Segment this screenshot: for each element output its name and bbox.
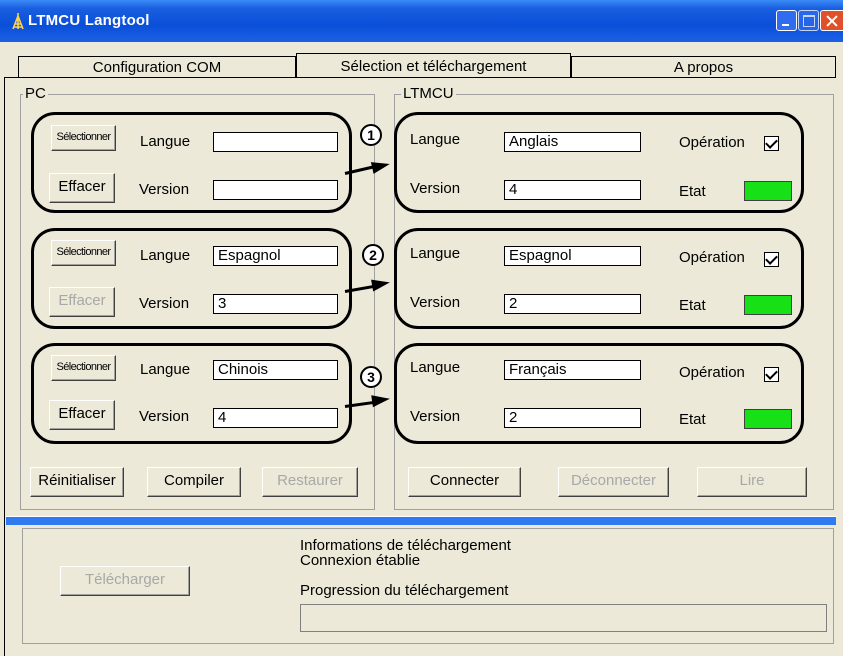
- pc-langue-field-2[interactable]: Espagnol: [213, 246, 338, 266]
- progress-label: Progression du téléchargement: [300, 582, 509, 599]
- app-window: LTMCU Langtool Configuration COM Sélecti…: [0, 0, 843, 656]
- version-label: Version: [410, 180, 461, 197]
- tab-a-propos[interactable]: A propos: [571, 56, 836, 78]
- maximize-icon[interactable]: [798, 10, 819, 31]
- etat-label: Etat: [679, 297, 706, 314]
- etat-indicator-1: [744, 181, 792, 201]
- ltmcu-langue-field-1: Anglais: [504, 132, 641, 152]
- restore-button[interactable]: Restaurer: [262, 467, 358, 497]
- pc-langue-field-3[interactable]: Chinois: [213, 360, 338, 380]
- separator-bar: [6, 516, 836, 525]
- minimize-icon[interactable]: [776, 10, 797, 31]
- clear-button-3[interactable]: Effacer: [49, 400, 115, 430]
- langue-label: Langue: [410, 131, 461, 148]
- close-icon[interactable]: [820, 10, 843, 31]
- etat-label: Etat: [679, 183, 706, 200]
- ltmcu-version-field-3: 2: [504, 408, 641, 428]
- reset-button[interactable]: Réinitialiser: [30, 467, 124, 497]
- version-label: Version: [410, 408, 461, 425]
- connect-button[interactable]: Connecter: [408, 467, 521, 497]
- operation-checkbox-3[interactable]: [764, 367, 779, 382]
- download-button[interactable]: Télécharger: [60, 566, 190, 596]
- pc-version-field-3[interactable]: 4: [213, 408, 338, 428]
- version-label: Version: [139, 181, 190, 198]
- version-label: Version: [410, 294, 461, 311]
- pc-langue-field-1[interactable]: [213, 132, 338, 152]
- langue-label: Langue: [410, 245, 461, 262]
- ltmcu-version-field-2: 2: [504, 294, 641, 314]
- tab-selection-telechargement[interactable]: Sélection et téléchargement: [296, 53, 571, 77]
- step-marker-3: 3: [360, 366, 382, 388]
- tab-configuration-com[interactable]: Configuration COM: [18, 56, 296, 78]
- select-button-3[interactable]: Sélectionner: [51, 355, 116, 381]
- operation-checkbox-1[interactable]: [764, 136, 779, 151]
- frame-border: [4, 77, 5, 656]
- operation-label: Opération: [679, 249, 745, 266]
- arrow-head-2: [371, 276, 391, 292]
- langue-label: Langue: [140, 133, 191, 150]
- select-button-1[interactable]: Sélectionner: [51, 125, 116, 151]
- langue-label: Langue: [140, 247, 191, 264]
- download-progress-bar: [300, 604, 827, 632]
- langue-label: Langue: [410, 359, 461, 376]
- version-label: Version: [139, 408, 190, 425]
- title-bar[interactable]: LTMCU Langtool: [0, 0, 843, 42]
- pc-version-field-1[interactable]: [213, 180, 338, 200]
- ltmcu-group-title: LTMCU: [401, 85, 456, 102]
- window-title: LTMCU Langtool: [28, 12, 150, 29]
- step-marker-2: 2: [362, 244, 384, 266]
- pc-version-field-2[interactable]: 3: [213, 294, 338, 314]
- clear-button-2[interactable]: Effacer: [49, 287, 115, 317]
- operation-label: Opération: [679, 364, 745, 381]
- ltmcu-version-field-1: 4: [504, 180, 641, 200]
- select-button-2[interactable]: Sélectionner: [51, 240, 116, 266]
- operation-checkbox-2[interactable]: [764, 252, 779, 267]
- ltmcu-langue-field-3: Français: [504, 360, 641, 380]
- pc-group-title: PC: [23, 85, 48, 102]
- langue-label: Langue: [140, 361, 191, 378]
- etat-label: Etat: [679, 411, 706, 428]
- connection-status: Connexion établie: [300, 552, 421, 569]
- step-marker-1: 1: [360, 124, 382, 146]
- etat-indicator-3: [744, 409, 792, 429]
- version-label: Version: [139, 295, 190, 312]
- arrow-head-3: [371, 392, 391, 408]
- compile-button[interactable]: Compiler: [147, 467, 241, 497]
- ltmcu-langue-field-2: Espagnol: [504, 246, 641, 266]
- clear-button-1[interactable]: Effacer: [49, 173, 115, 203]
- operation-label: Opération: [679, 134, 745, 151]
- disconnect-button[interactable]: Déconnecter: [558, 467, 669, 497]
- etat-indicator-2: [744, 295, 792, 315]
- read-button[interactable]: Lire: [697, 467, 807, 497]
- arrow-head-1: [370, 158, 392, 174]
- tower-icon: [12, 13, 24, 30]
